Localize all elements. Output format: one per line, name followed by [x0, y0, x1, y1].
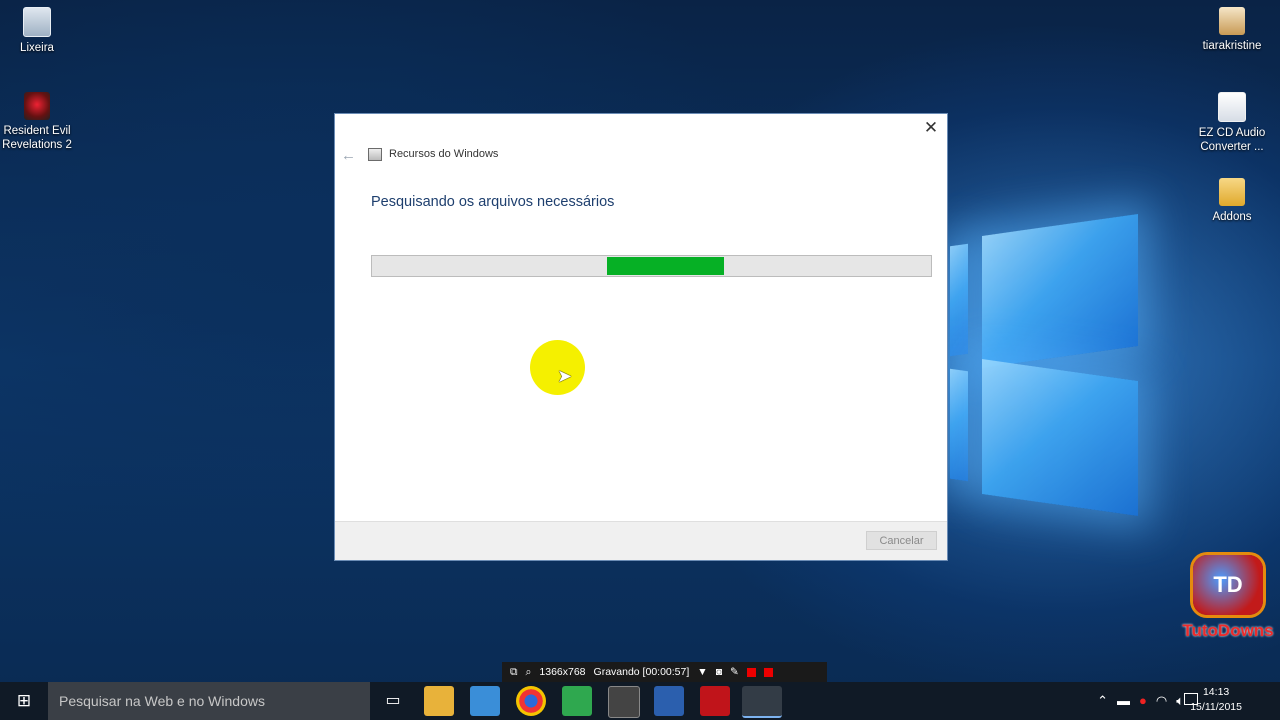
word-icon[interactable]	[654, 686, 684, 716]
desktop-icon-recycle-bin[interactable]: Lixeira	[0, 7, 77, 55]
tv-logo-icon: TD	[1193, 555, 1263, 615]
windows-logo-wallpaper	[950, 214, 1150, 516]
desktop-icon-tiarakristine[interactable]: tiarakristine	[1192, 7, 1272, 53]
back-arrow-icon[interactable]: ←	[341, 147, 356, 164]
clock[interactable]: 14:13 15/11/2015	[1190, 685, 1242, 715]
search-box[interactable]: Pesquisar na Web e no Windows	[48, 682, 370, 720]
recorder-resolution: 1366x768	[539, 666, 586, 678]
progress-bar	[371, 255, 932, 277]
zoom-icon[interactable]: ⌕	[526, 662, 532, 682]
file-explorer-icon[interactable]	[424, 686, 454, 716]
windows-features-dialog: ✕ ← Recursos do Windows Pesquisando os a…	[334, 113, 948, 561]
dropdown-icon[interactable]: ▼	[697, 662, 707, 682]
edge-icon[interactable]	[470, 686, 500, 716]
watermark-brand: TutoDowns	[1182, 621, 1274, 640]
task-view-icon[interactable]: ▭	[378, 686, 408, 716]
dialog-footer: Cancelar	[335, 521, 947, 560]
pause-icon[interactable]	[746, 667, 756, 677]
folder-icon	[1219, 178, 1245, 206]
recycle-bin-icon	[23, 7, 51, 37]
cancel-button[interactable]: Cancelar	[866, 531, 937, 550]
clock-time: 14:13	[1202, 686, 1230, 698]
chevron-up-icon[interactable]: ⌃	[1097, 682, 1108, 720]
stop-icon[interactable]	[763, 667, 773, 677]
tutodowns-watermark: TD TutoDowns	[1178, 555, 1278, 641]
taskbar: ⊞ Pesquisar na Web e no Windows ▭ ⌃ ▬ ● …	[0, 682, 1280, 720]
desktop-icon-label: EZ CD Audio Converter ...	[1198, 127, 1266, 153]
user-folder-icon	[1219, 7, 1245, 35]
record-icon[interactable]: ●	[1139, 682, 1147, 720]
camera-icon[interactable]: ◙	[716, 662, 722, 682]
window-icon[interactable]: ⧉	[510, 662, 518, 682]
window-title: Recursos do Windows	[389, 148, 499, 160]
game-icon	[24, 92, 50, 120]
notepad-icon[interactable]	[742, 686, 782, 718]
progress-fill	[606, 257, 725, 275]
desktop-icon-ez-cd-audio[interactable]: EZ CD Audio Converter ...	[1192, 92, 1272, 154]
desktop-icon-label: tiarakristine	[1202, 40, 1262, 52]
greenshot-icon[interactable]	[562, 686, 592, 716]
start-button[interactable]: ⊞	[0, 682, 48, 720]
chrome-icon[interactable]	[516, 686, 546, 716]
status-heading: Pesquisando os arquivos necessários	[371, 194, 615, 210]
watermark-logo-text: TD	[1213, 572, 1243, 597]
wifi-icon[interactable]: ◠	[1156, 682, 1167, 720]
recorder-toolbar: ⧉ ⌕ 1366x768 Gravando [00:00:57] ▼ ◙ ✎	[502, 662, 827, 682]
clock-date: 15/11/2015	[1190, 701, 1242, 713]
desktop-icon-addons[interactable]: Addons	[1192, 178, 1272, 224]
windows-features-icon	[368, 148, 382, 161]
document-icon	[1218, 92, 1246, 122]
desktop-icon-resident-evil[interactable]: Resident Evil Revelations 2	[0, 92, 77, 152]
pencil-icon[interactable]: ✎	[730, 662, 739, 682]
desktop-icon-label: Addons	[1212, 211, 1252, 223]
close-icon[interactable]: ✕	[921, 118, 941, 138]
app-icon[interactable]	[608, 686, 640, 718]
volume-icon[interactable]: 🔈︎	[1176, 682, 1184, 720]
mouse-cursor-icon: ➤	[557, 366, 573, 386]
recorder-status: Gravando [00:00:57]	[593, 666, 690, 678]
desktop-icon-label: Lixeira	[20, 42, 54, 54]
desktop-icon-label: Resident Evil Revelations 2	[2, 125, 72, 151]
office-icon[interactable]	[700, 686, 730, 716]
system-tray: ⌃ ▬ ● ◠ 🔈︎	[1097, 682, 1184, 720]
battery-icon[interactable]: ▬	[1117, 682, 1130, 720]
